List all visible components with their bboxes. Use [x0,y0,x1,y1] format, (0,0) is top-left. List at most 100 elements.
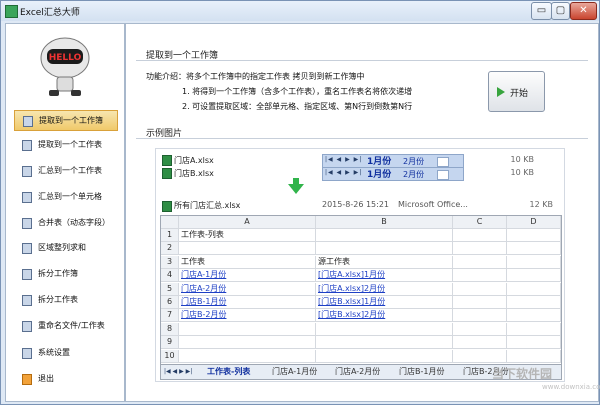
merged-file-row: 所有门店汇总.xlsx 2015-8-26 15:21 Microsoft Of… [162,199,560,213]
sheet-tabstrip: |◀ ◀ ▶ ▶| 1月份 2月份 [322,154,464,168]
sheet-cell [453,255,507,269]
watermark-logo: 当下软件园 [492,367,553,381]
sheet-cell [507,229,561,242]
app-window: Excel汇总大师 ▭ ▢ ✕ HELLO 提取到一个工作簿 提取到一个工作表 … [0,0,600,405]
sheet-cell [453,336,507,350]
sheet-cell [507,269,561,283]
exit-icon [22,374,32,385]
sheet-tab: 2月份 [403,170,425,179]
file-name: 所有门店汇总.xlsx [174,201,241,210]
sidebar-item-summarize-to-worksheet[interactable]: 汇总到一个工作表 [14,161,116,180]
start-button[interactable]: 开始 [488,71,545,112]
sheet-tab: 工作表-列表 [207,367,251,376]
tab-nav-arrows: |◀ ◀ ▶ ▶| [325,169,363,176]
sidebar-item-merge-dynamic-fields[interactable]: 合并表（动态字段） [14,213,116,232]
spreadsheet-preview: A B C D 1 工作表-列表 2 3 工作表 源工作表 4 门店A-1月份 [门店A.xls… [160,215,562,380]
tab-nav-arrows: |◀ ◀ ▶ ▶| [164,368,193,375]
sheet-hyperlink[interactable]: 门店A-1月份 [179,269,316,283]
maximize-button[interactable]: ▢ [551,2,570,20]
sidebar-item-split-worksheet[interactable]: 拆分工作表 [14,290,116,309]
sheet-cell [507,255,561,269]
minimize-button[interactable]: ▭ [531,2,552,20]
row-number: 10 [161,349,179,363]
feature-description: 功能介绍：将多个工作簿中的指定工作表 拷贝到到新工作簿中 [146,72,365,81]
sheet-tabstrip: |◀ ◀ ▶ ▶| 1月份 2月份 [322,167,464,181]
sidebar-item-label: 汇总到一个工作表 [38,166,102,175]
sum-icon [22,218,32,229]
gear-icon [22,348,32,359]
row-number: 3 [161,255,179,269]
corner-cell [161,216,179,229]
sheet-cell [507,309,561,323]
sheet-hyperlink[interactable]: 门店B-2月份 [179,309,316,323]
sheet-cell [453,269,507,283]
sidebar-item-label: 区域整列求和 [38,243,86,252]
sheet-cell [453,309,507,323]
active-sheet-tab: 1月份 [367,157,392,167]
sheet-hyperlink[interactable]: [门店B.xlsx]1月份 [316,296,453,309]
sidebar-item-summarize-to-cell[interactable]: 汇总到一个单元格 [14,187,116,206]
start-button-label: 开始 [510,89,529,99]
sheet-cell: 工作表-列表 [179,229,316,242]
source-file-row: 门店A.xlsx |◀ ◀ ▶ ▶| 1月份 2月份 10 KB [162,154,552,168]
doc-icon [22,166,32,177]
section-divider [136,138,588,139]
sheet-cell [453,229,507,242]
sheet-hyperlink[interactable]: [门店A.xlsx]1月份 [316,269,453,283]
sidebar-item-extract-to-workbook[interactable]: 提取到一个工作簿 [14,110,118,131]
tab-nav-arrows: |◀ ◀ ▶ ▶| [325,156,363,163]
title-bar: Excel汇总大师 ▭ ▢ ✕ [1,1,599,21]
section-divider [136,60,588,61]
sidebar-item-label: 合并表（动态字段） [38,218,110,227]
sidebar-item-label: 拆分工作表 [38,295,78,304]
sidebar-item-exit[interactable]: 退出 [14,369,116,388]
sheet-hyperlink[interactable]: 门店A-2月份 [179,282,316,296]
example-image: 门店A.xlsx |◀ ◀ ▶ ▶| 1月份 2月份 10 KB 门店B.xls… [155,148,565,382]
sheet-cell: 源工作表 [316,255,453,269]
rename-icon [22,321,32,332]
sidebar: HELLO 提取到一个工作簿 提取到一个工作表 汇总到一个工作表 汇总到一个单元… [5,23,125,402]
sidebar-item-label: 提取到一个工作簿 [39,116,103,125]
sheet-tab: 门店B-1月份 [399,367,445,376]
sheet-cell [179,349,316,363]
row-number: 1 [161,229,179,242]
doc-icon [23,116,33,127]
sheet-hyperlink[interactable]: [门店A.xlsx]2月份 [316,282,453,296]
file-size: 10 KB [510,168,534,177]
down-arrow-icon [288,184,304,194]
file-type: Microsoft Office... [398,200,468,209]
sheet-tab: 2月份 [403,157,425,166]
watermark-url: www.downxia.com [542,383,600,391]
sheet-hyperlink[interactable]: 门店B-1月份 [179,296,316,309]
sheet-tab: 门店A-2月份 [335,367,381,376]
sidebar-item-split-workbook[interactable]: 拆分工作簿 [14,264,116,283]
window-title: Excel汇总大师 [20,8,80,18]
sidebar-item-column-sum[interactable]: 区域整列求和 [14,238,116,257]
sheet-cell [507,322,561,336]
active-sheet-tab: 1月份 [367,170,392,180]
sidebar-item-extract-to-worksheet[interactable]: 提取到一个工作表 [14,135,116,154]
feature-point-2: 2. 可设置提取区域：全部单元格、指定区域、第N行到倒数第N行 [182,102,413,111]
file-name: 门店A.xlsx [174,156,214,165]
sidebar-item-label: 退出 [38,374,54,383]
file-size: 10 KB [510,155,534,164]
feature-point-1: 1. 将得到一个工作簿（含多个工作表），重名工作表名将依次递增 [182,87,413,96]
sidebar-item-label: 汇总到一个单元格 [38,192,102,201]
doc-icon [22,192,32,203]
play-icon [497,87,505,97]
sidebar-item-rename[interactable]: 重命名文件/工作表 [14,316,116,335]
sheet-hyperlink[interactable]: [门店B.xlsx]2月份 [316,309,453,323]
sheet-cell [179,336,316,350]
sheet-cell [316,349,453,363]
new-sheet-icon [437,157,449,167]
sheet-cell [453,322,507,336]
sheet-cell [453,282,507,296]
robot-mascot-logo: HELLO [40,37,90,96]
main-panel: 提取到一个工作簿 功能介绍：将多个工作簿中的指定工作表 拷贝到到新工作簿中 1.… [125,23,599,402]
row-number: 7 [161,309,179,323]
file-name: 门店B.xlsx [174,169,214,178]
sidebar-item-label: 拆分工作簿 [38,269,78,278]
close-button[interactable]: ✕ [570,2,597,20]
sidebar-item-settings[interactable]: 系统设置 [14,343,116,362]
sheet-cell [453,296,507,309]
